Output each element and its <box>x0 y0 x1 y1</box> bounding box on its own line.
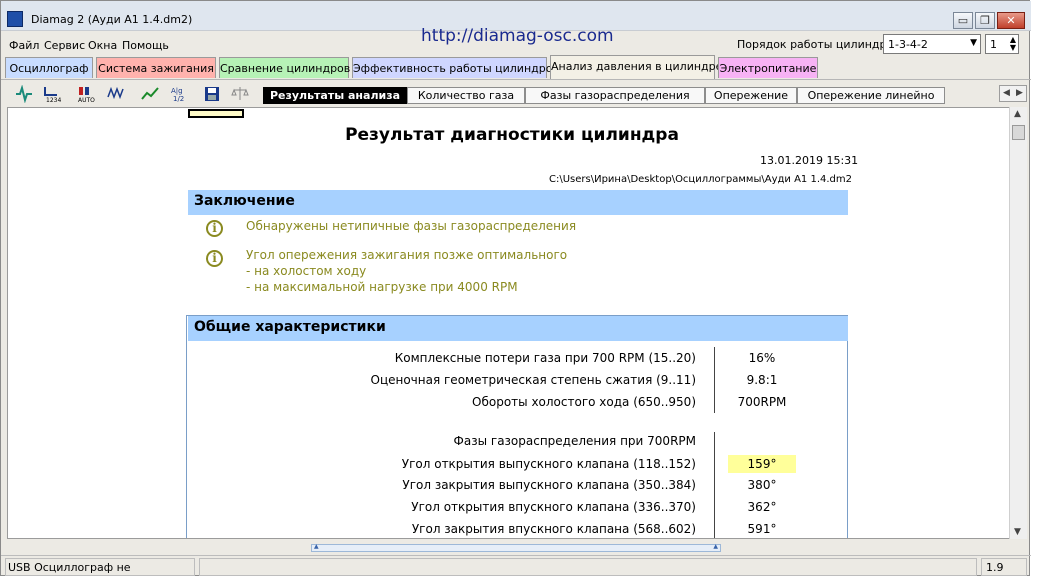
scroll-up-icon[interactable]: ▲ <box>1014 109 1021 119</box>
menu-windows[interactable]: Окна <box>88 39 117 52</box>
subtab-valve-timing[interactable]: Фазы газораспределения <box>525 87 705 104</box>
conclusion-item: Обнаружены нетипичные фазы газораспредел… <box>246 218 576 234</box>
svg-text:AUTO: AUTO <box>78 97 95 103</box>
status-panel <box>199 558 977 576</box>
row-value: 362° <box>747 500 777 514</box>
divider <box>714 432 715 538</box>
cylinder-order-value: 1-3-4-2 <box>888 38 928 51</box>
oscillograph-icon[interactable] <box>13 83 35 105</box>
scroll-thumb[interactable] <box>1012 125 1025 140</box>
main-tabs: Осциллограф Система зажигания Сравнение … <box>5 55 1029 79</box>
row-label: Угол закрытия выпускного клапана (350..3… <box>402 478 696 492</box>
menu-help[interactable]: Помощь <box>122 39 169 52</box>
app-icon <box>7 11 23 27</box>
usb-status: USB Осциллограф не подключен <box>5 558 195 576</box>
report-file-path: C:\Users\Ирина\Desktop\Осциллограммы\Ауд… <box>549 174 852 185</box>
tab-ignition[interactable]: Система зажигания <box>96 57 216 78</box>
spinner-arrows-icon[interactable]: ▲ ▼ <box>1010 36 1016 52</box>
report-title: Результат диагностики цилиндра <box>345 125 679 145</box>
conclusion-line: - на максимальной нагрузке при 4000 RPM <box>246 280 518 294</box>
status-bar: USB Осциллограф не подключен 1.9 <box>1 555 1031 576</box>
menu-service[interactable]: Сервис <box>44 39 85 52</box>
save-icon[interactable] <box>201 83 223 105</box>
numbering-icon[interactable]: 1234 <box>41 83 63 105</box>
app-window: Diamag 2 (Ауди А1 1.4.dm2) ▭ ❐ ✕ Файл Се… <box>0 0 1031 576</box>
row-value: 591° <box>747 522 777 536</box>
cylinder-order-select[interactable]: 1-3-4-2 ▼ <box>883 34 981 54</box>
chevron-left-icon[interactable]: ◀ <box>1000 86 1013 101</box>
tab-scroll: ◀ ▶ <box>999 85 1027 102</box>
tab-cylinder-comparison[interactable]: Сравнение цилиндров <box>219 57 350 78</box>
conclusion-line: Обнаружены нетипичные фазы газораспредел… <box>246 219 577 233</box>
conclusion-header: Заключение <box>188 190 848 215</box>
row-value: 380° <box>747 478 777 492</box>
ratio-icon[interactable]: A|g 1/2 <box>167 83 189 105</box>
version-status: 1.9 <box>981 558 1027 576</box>
row-label: Угол открытия впускного клапана (336..37… <box>411 500 696 514</box>
subtab-gas-quantity[interactable]: Количество газа <box>407 87 525 104</box>
cylinder-order-label: Порядок работы цилиндров <box>737 38 900 51</box>
tab-power-supply[interactable]: Электропитание <box>718 57 818 78</box>
row-label: Обороты холостого хода (650..950) <box>472 395 696 409</box>
row-value: 16% <box>748 351 776 365</box>
svg-text:1234: 1234 <box>46 97 61 103</box>
row-label: Оценочная геометрическая степень сжатия … <box>370 373 697 387</box>
report-date: 13.01.2019 15:31 <box>760 154 859 167</box>
row-value: 700RPM <box>737 395 787 409</box>
cylinder-auto-icon[interactable]: AUTO <box>75 83 97 105</box>
minimize-button[interactable]: ▭ <box>953 12 973 29</box>
scroll-down-icon[interactable]: ▼ <box>1014 527 1021 537</box>
svg-text:A|g: A|g <box>171 87 183 95</box>
page-marker <box>188 109 244 118</box>
subtab-analysis-results[interactable]: Результаты анализа <box>263 87 407 104</box>
tab-oscillograph[interactable]: Осциллограф <box>5 57 93 78</box>
waveform-icon[interactable] <box>105 83 127 105</box>
conclusion-line: - на холостом ходу <box>246 264 367 278</box>
maximize-button[interactable]: ❐ <box>975 12 995 29</box>
general-header: Общие характеристики <box>188 316 848 341</box>
caption-buttons: ▭ ❐ ✕ <box>951 12 1025 29</box>
splitter-up-icon[interactable]: ▲ <box>314 543 319 550</box>
row-value-highlighted: 159° <box>728 455 796 473</box>
phases-title: Фазы газораспределения при 700RPM <box>453 434 696 448</box>
horizontal-splitter[interactable]: ▲ ▲ <box>311 543 721 552</box>
tab-pressure-analysis[interactable]: Анализ давления в цилиндре <box>550 55 722 79</box>
tab-cylinder-efficiency[interactable]: Эффективность работы цилиндров <box>352 57 559 78</box>
row-value: 9.8:1 <box>746 373 778 387</box>
conclusion-item: Угол опережения зажигания позже оптималь… <box>246 247 567 295</box>
cylinder-number-value: 1 <box>990 38 997 51</box>
info-icon: i <box>206 250 223 267</box>
svg-text:1/2: 1/2 <box>173 95 184 103</box>
vertical-scrollbar[interactable]: ▲ ▼ <box>1009 107 1027 539</box>
subtab-advance[interactable]: Опережение <box>705 87 797 104</box>
website-url[interactable]: http://diamag-osc.com <box>421 26 614 46</box>
divider <box>714 347 715 413</box>
scales-icon[interactable] <box>229 83 251 105</box>
window-title: Diamag 2 (Ауди А1 1.4.dm2) <box>31 13 193 26</box>
chevron-down-icon: ▼ <box>970 38 977 48</box>
chevron-right-icon[interactable]: ▶ <box>1013 86 1026 101</box>
cylinder-number-spinner[interactable]: 1 ▲ ▼ <box>985 34 1019 54</box>
trend-icon[interactable] <box>139 83 161 105</box>
subtab-advance-linear[interactable]: Опережение линейно <box>797 87 945 104</box>
row-label: Комплексные потери газа при 700 RPM (15.… <box>394 351 696 365</box>
menu-file[interactable]: Файл <box>9 39 39 52</box>
conclusion-line: Угол опережения зажигания позже оптималь… <box>246 248 568 262</box>
report-area: Результат диагностики цилиндра 13.01.201… <box>7 107 1027 539</box>
info-icon: i <box>206 220 223 237</box>
row-label: Угол закрытия впускного клапана (568..60… <box>411 522 696 536</box>
close-button[interactable]: ✕ <box>997 12 1025 29</box>
splitter-down-icon[interactable]: ▲ <box>713 543 718 550</box>
toolbar: 1234 AUTO A|g 1/2 Результаты анализа Коли… <box>1 79 1031 107</box>
row-label: Угол открытия выпускного клапана (118..1… <box>401 457 696 471</box>
